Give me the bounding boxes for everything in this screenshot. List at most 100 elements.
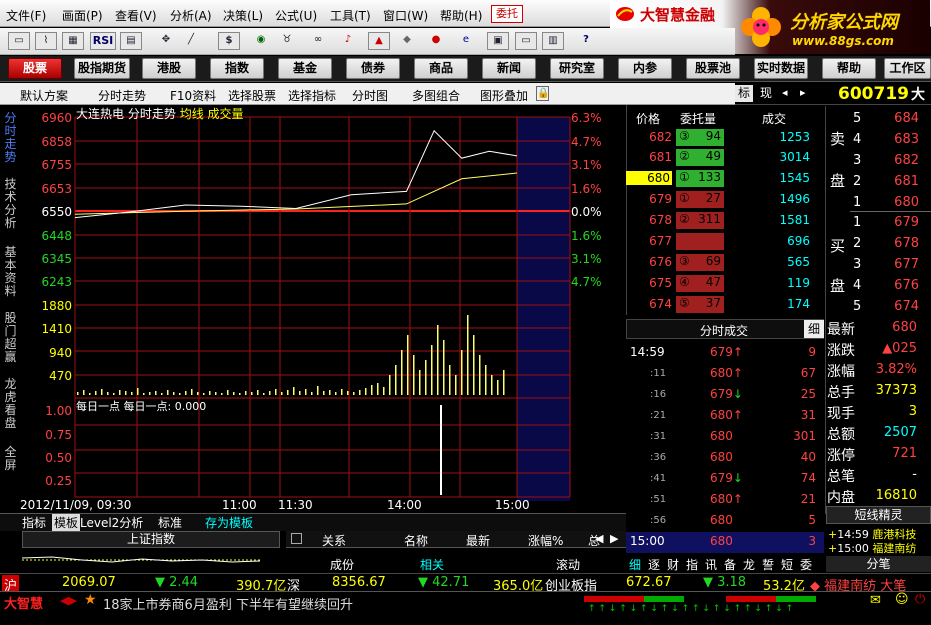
open-icon[interactable]: ▭ [8,32,30,50]
news-prev-icon[interactable]: ◀▶ [60,594,77,607]
order-book-row[interactable]: 678 ② 311 1581 [626,211,824,231]
nav-news[interactable]: 新闻 [482,58,536,79]
sub-select-stock[interactable]: 选择股票 [228,87,276,104]
news-headline[interactable]: 18家上市券商6月盈利 下半年有望继续回升 [103,594,353,613]
trades-tab[interactable]: 龙 [740,556,758,573]
arrow-left-icon[interactable]: ◂ [782,86,788,99]
arrow-right-icon[interactable]: ▸ [800,86,806,99]
nav-stock-pool[interactable]: 股票池 [686,58,740,79]
sprite-title[interactable]: 短线精灵 [826,506,931,524]
split-tab[interactable]: 分笔 [826,556,931,572]
buy-level[interactable]: 2 678 [825,234,931,255]
buy-level[interactable]: 5 674 [825,297,931,318]
diamond-icon[interactable]: ◆ [396,32,418,50]
sub-select-indicator[interactable]: 选择指标 [288,87,336,104]
sub-minute-trend[interactable]: 分时走势 [98,87,146,104]
sub-minute-chart[interactable]: 分时图 [352,87,388,104]
help-icon[interactable]: ? [575,32,597,50]
col-relation[interactable]: 关系 [322,532,346,549]
dollar-icon[interactable]: $ [218,32,240,50]
btab-save-template[interactable]: 存为模板 [205,514,253,531]
print-icon[interactable]: ▣ [487,32,509,50]
trades-tab[interactable]: 委 [797,556,815,573]
mid-tab-scroll[interactable]: 滚动 [556,556,580,573]
menu-formula[interactable]: 公式(U) [275,7,317,24]
scroll-left-icon[interactable]: ◀ [595,532,603,545]
mid-tab-related[interactable]: 相关 [420,556,444,573]
sub-overlay[interactable]: 图形叠加 [480,87,528,104]
quote-tab-std[interactable]: 标 [735,85,753,102]
bull-icon[interactable]: ♉ [276,32,298,50]
trades-tab[interactable]: 誓 [759,556,777,573]
trades-detail-button[interactable]: 细 [804,320,824,338]
nav-commodity[interactable]: 商品 [414,58,468,79]
order-book-row[interactable]: 674 ⑤ 37 174 [626,295,824,315]
nav-stock[interactable]: 股票 [8,58,62,79]
nav-workspace[interactable]: 工作区 [884,58,931,79]
order-book-row[interactable]: 682 ③ 94 1253 [626,128,824,148]
rsi-icon[interactable]: RSI [90,32,116,50]
trades-tab[interactable]: 备 [721,556,739,573]
order-book-row[interactable]: 675 ④ 47 119 [626,274,824,294]
e-icon[interactable]: e [455,32,477,50]
menu-file[interactable]: 文件(F) [6,7,46,24]
window-icon[interactable]: ▭ [515,32,537,50]
mid-tab-components[interactable]: 成份 [330,556,354,573]
chart-icon[interactable]: ⌇ [35,32,57,50]
lock-icon[interactable]: 🔒 [536,86,549,101]
buy-level[interactable]: 4 676 [825,276,931,297]
binoculars-icon[interactable]: ∞ [307,32,329,50]
col-name[interactable]: 名称 [404,532,428,549]
btab-standard[interactable]: 标准 [158,514,182,531]
eye-icon[interactable]: ◉ [250,32,272,50]
order-book-row[interactable]: 676 ③ 69 565 [626,253,824,273]
buy-level[interactable]: 1 679 [825,213,931,234]
btab-indicator[interactable]: 指标 [22,514,46,531]
table-icon[interactable]: ▦ [62,32,84,50]
nav-fund[interactable]: 基金 [278,58,332,79]
select-all-checkbox[interactable] [291,533,302,544]
menu-window[interactable]: 窗口(W) [383,7,428,24]
trades-tab[interactable]: 财 [664,556,682,573]
mail-icon[interactable]: ✉ [870,593,881,608]
move-icon[interactable]: ✥ [155,32,177,50]
scroll-right-icon[interactable]: ▶ [610,532,618,545]
minute-chart[interactable] [0,105,626,515]
col-change[interactable]: 涨幅% [528,532,563,549]
menu-tools[interactable]: 工具(T) [330,7,371,24]
btab-level2[interactable]: Level2分析 [80,514,143,531]
bell-icon[interactable]: ♪ [337,32,359,50]
sub-multi-chart[interactable]: 多图组合 [412,87,460,104]
trades-tab[interactable]: 细 [626,556,644,573]
nav-research[interactable]: 研究室 [550,58,604,79]
nav-index[interactable]: 指数 [210,58,264,79]
trades-tab[interactable]: 短 [778,556,796,573]
btab-template[interactable]: 模板 [52,514,81,531]
quote-tab-now[interactable]: 现 [757,85,775,102]
sub-f10[interactable]: F10资料 [170,87,216,104]
ruler-icon[interactable]: ╱ [180,32,202,50]
nav-futures[interactable]: 股指期货 [74,58,130,79]
nav-insider[interactable]: 内参 [618,58,672,79]
menu-decision[interactable]: 决策(L) [223,7,263,24]
user-icon[interactable]: ☺ [895,592,909,607]
col-last[interactable]: 最新 [466,532,490,549]
sell-level[interactable]: 4 683 [825,130,931,151]
grid-icon[interactable]: ▤ [120,32,142,50]
nav-bond[interactable]: 债券 [346,58,400,79]
order-book-row[interactable]: 679 ① 27 1496 [626,190,824,210]
buy-level[interactable]: 3 677 [825,255,931,276]
order-book-row[interactable]: 680 ① 133 1545 [626,169,824,189]
alert-icon[interactable]: ▲ [368,32,390,50]
sell-level[interactable]: 1 680 [825,193,931,214]
menu-analysis[interactable]: 分析(A) [170,7,212,24]
sell-level[interactable]: 3 682 [825,151,931,172]
bomb-icon[interactable]: ● [425,32,447,50]
nav-realtime[interactable]: 实时数据 [754,58,808,79]
trades-tab[interactable]: 讯 [702,556,720,573]
sub-scheme[interactable]: 默认方案 [20,87,68,104]
sell-level[interactable]: 5 684 [825,109,931,130]
menu-view-page[interactable]: 画面(P) [62,7,103,24]
split-icon[interactable]: ▥ [542,32,564,50]
nav-help[interactable]: 帮助 [822,58,876,79]
